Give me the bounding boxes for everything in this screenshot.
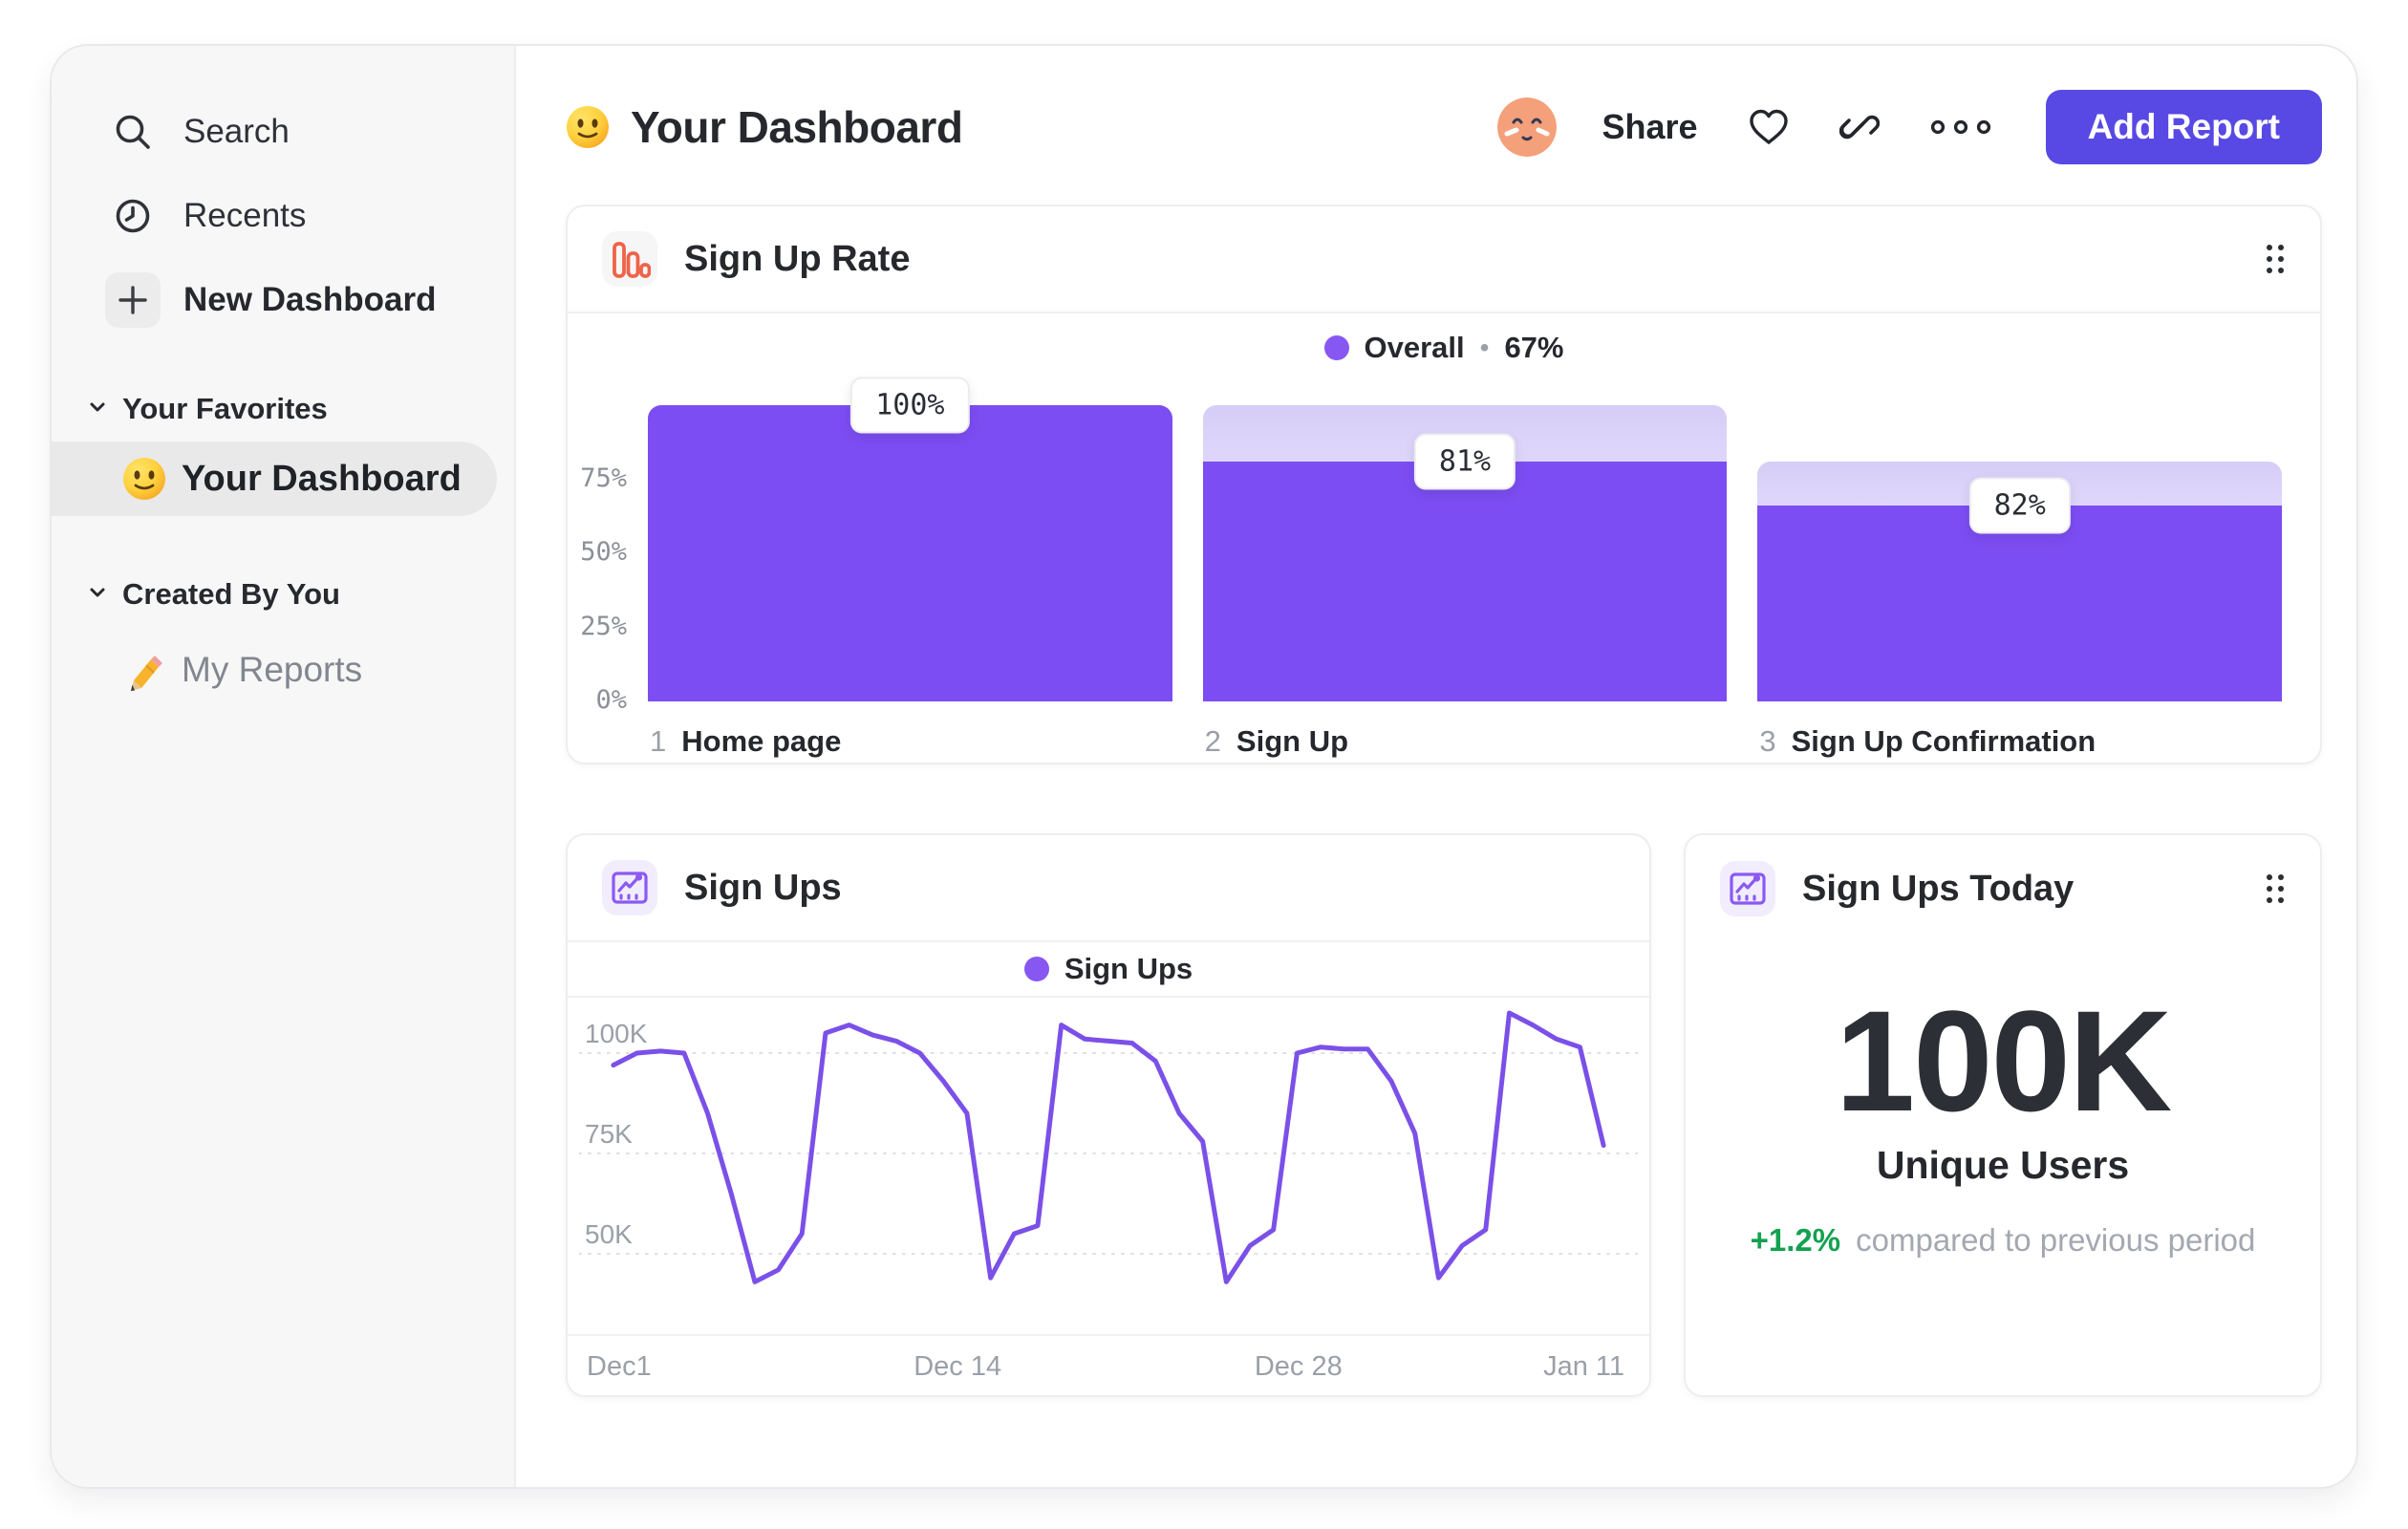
line-x-tick: Jan 11 (1543, 1351, 1624, 1382)
line-x-tick: Dec1 (587, 1351, 652, 1382)
sidebar-item-label: Your Dashboard (182, 458, 462, 499)
funnel-x-label: 1 Home page (650, 724, 842, 758)
funnel-y-tick: 50% (580, 536, 627, 567)
card-title: Sign Ups Today (1802, 868, 2075, 909)
funnel-bar-2[interactable]: 81% 2 Sign Up (1202, 405, 1728, 758)
drag-handle-icon[interactable] (2265, 243, 2286, 275)
signups-today-card: Sign Ups Today 100K Unique Users +1.2% c… (1684, 833, 2322, 1397)
funnel-x-label: 2 Sign Up (1204, 724, 1349, 758)
drag-handle-icon[interactable] (2265, 872, 2286, 905)
sidebar-item-label: Search (183, 113, 290, 150)
line-chart-svg (579, 1010, 1638, 1284)
add-report-button[interactable]: Add Report (2045, 90, 2322, 164)
dashboard-header: Your Dashboard Share Add Report (566, 88, 2322, 166)
line-chart-icon (1720, 861, 1775, 916)
sidebar-item-recents[interactable]: Recents (52, 185, 514, 247)
sidebar-item-my-reports[interactable]: My Reports (52, 633, 514, 707)
signups-today-card-header: Sign Ups Today (1686, 835, 2320, 942)
line-x-tick: Dec 14 (914, 1351, 1002, 1382)
search-icon (105, 104, 161, 160)
section-label: Your Favorites (122, 392, 328, 425)
line-chart: 100K 75K 50K (579, 998, 1638, 1334)
header-actions: Share Add Report (1496, 90, 2322, 164)
legend-dot (1323, 335, 1349, 360)
card-title: Sign Up Rate (684, 238, 911, 279)
chevron-down-icon (86, 396, 109, 423)
funnel-legend: Overall • 67% (568, 331, 2320, 365)
sidebar-item-new-dashboard[interactable]: New Dashboard (52, 269, 514, 331)
favorite-heart-icon[interactable] (1748, 108, 1790, 146)
signup-rate-card-header: Sign Up Rate (568, 206, 2320, 313)
signups-card-header: Sign Ups (568, 835, 1649, 942)
clock-icon (105, 188, 161, 244)
line-x-axis: Dec1 Dec 14 Dec 28 Jan 11 (568, 1334, 1649, 1395)
funnel-bar-1[interactable]: 100% 1 Home page (648, 377, 1172, 758)
funnel-x-label: 3 Sign Up Confirmation (1759, 724, 2096, 758)
funnel-y-tick: 75% (580, 463, 627, 493)
avatar[interactable] (1496, 97, 1557, 157)
funnel-bar-3[interactable]: 82% 3 Sign Up Confirmation (1757, 405, 2283, 758)
sidebar-item-your-dashboard[interactable]: Your Dashboard (52, 441, 497, 516)
funnel-value-label: 81% (1413, 433, 1516, 490)
copy-link-icon[interactable] (1838, 107, 1880, 147)
kpi-delta-row: +1.2% compared to previous period (1751, 1222, 2256, 1259)
app-window: Search Recents New Dashboard Your Favori… (50, 44, 2358, 1489)
funnel-chart: Overall • 67% 75% 50% 25% 0% 100% 1 Home page… (568, 313, 2320, 763)
funnel-value-label: 82% (1968, 477, 2071, 534)
section-created-by-you[interactable]: Created By You (52, 575, 514, 614)
section-label: Created By You (122, 577, 340, 611)
kpi-delta-caption: compared to previous period (1856, 1221, 2256, 1258)
sidebar-item-label: My Reports (182, 650, 363, 689)
bar-chart-icon (602, 231, 657, 287)
kpi-delta: +1.2% (1750, 1221, 1841, 1258)
line-chart-icon (602, 860, 657, 915)
section-your-favorites[interactable]: Your Favorites (52, 390, 514, 428)
signups-card: Sign Ups Sign Ups 100K 75K 50K Dec1 Dec 14 D… (566, 833, 1651, 1397)
kpi-body: 100K Unique Users +1.2% compared to prev… (1686, 942, 2320, 1395)
main-content: Your Dashboard Share Add Report Sign Up … (516, 46, 2356, 1487)
funnel-plot: 100% 1 Home page 81% 2 Sign Up 82% 3 Sign Up Con… (648, 377, 2283, 758)
chevron-down-icon (86, 581, 109, 609)
sidebar: Search Recents New Dashboard Your Favori… (52, 46, 516, 1487)
signup-rate-card: Sign Up Rate Overall • 67% 75% 50% 25% 0% (566, 205, 2322, 764)
pencil-emoji (131, 656, 162, 691)
sidebar-item-label: New Dashboard (183, 281, 437, 318)
funnel-y-tick: 0% (595, 684, 627, 715)
page-title: Your Dashboard (631, 102, 963, 152)
signups-legend: Sign Ups (568, 942, 1649, 998)
funnel-bar-shape (648, 405, 1172, 701)
kpi-subtitle: Unique Users (1876, 1142, 2130, 1187)
card-title: Sign Ups (684, 867, 842, 908)
sidebar-item-search[interactable]: Search (52, 101, 514, 162)
line-x-tick: Dec 28 (1254, 1351, 1343, 1382)
more-options-icon[interactable] (1929, 118, 1992, 136)
share-button[interactable]: Share (1602, 107, 1698, 147)
funnel-y-tick: 25% (580, 611, 627, 641)
legend-dot (1023, 957, 1049, 981)
plus-icon (105, 272, 161, 328)
smiley-emoji (567, 106, 609, 148)
kpi-value: 100K (1835, 980, 2173, 1141)
smiley-emoji (123, 458, 165, 500)
bottom-row: Sign Ups Sign Ups 100K 75K 50K Dec1 Dec 14 D… (566, 833, 2322, 1397)
funnel-value-label: 100% (850, 377, 970, 434)
sidebar-item-label: Recents (183, 197, 307, 234)
